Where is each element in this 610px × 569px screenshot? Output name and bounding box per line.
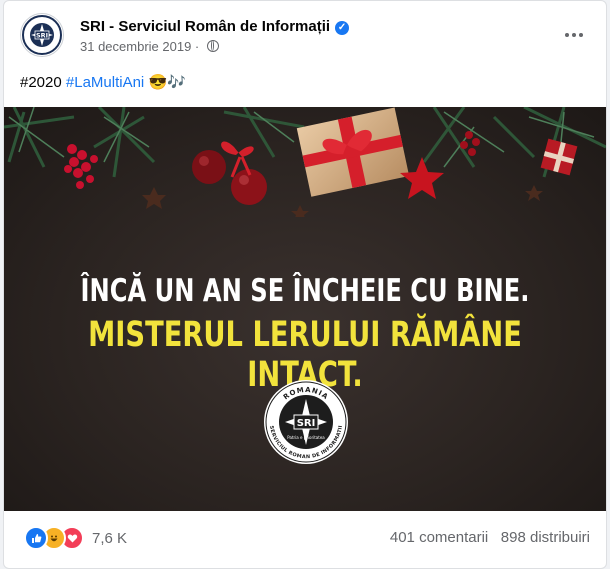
post-header: SRI SRI - Serviciul Român de Informații ✓… (20, 13, 590, 57)
post-image[interactable]: ÎNCĂ UN AN SE ÎNCHEIE CU BINE. MISTERUL … (4, 107, 606, 511)
caption-emoji: 😎🎶 (148, 74, 186, 91)
reaction-count[interactable]: 7,6 K (92, 530, 127, 547)
page-name-link[interactable]: SRI - Serviciul Român de Informații ✓ (80, 18, 350, 35)
hashtag-2020[interactable]: #2020 (20, 74, 62, 91)
post-date[interactable]: 31 decembrie 2019 (80, 39, 191, 54)
shares-count[interactable]: 898 distribuiri (501, 529, 590, 546)
post-caption: #2020 #LaMultiAni 😎🎶 (20, 73, 186, 91)
engagement-stats: 401 comentarii 898 distribuiri (390, 529, 590, 546)
emblem-motto: Patria e prioritatea (287, 435, 325, 440)
post-footer: 7,6 K 401 comentarii 898 distribuiri (4, 511, 606, 568)
svg-text:SRI: SRI (36, 32, 48, 40)
globe-icon[interactable] (206, 40, 219, 52)
post-card: SRI SRI - Serviciul Român de Informații ✓… (3, 0, 607, 569)
more-options-button[interactable] (558, 19, 590, 51)
like-reaction-icon (24, 526, 48, 550)
page-name[interactable]: SRI - Serviciul Român de Informații (80, 18, 330, 35)
verified-badge-icon: ✓ (335, 21, 350, 35)
emblem-center-text: SRI (297, 418, 316, 429)
sri-logo-icon: SRI (22, 15, 62, 55)
headline-line-1: ÎNCĂ UN AN SE ÎNCHEIE CU BINE. (80, 273, 530, 309)
post-meta: 31 decembrie 2019 · (80, 39, 219, 54)
dot-icon (565, 33, 569, 37)
dot-icon (572, 33, 576, 37)
hashtag-lamultiani[interactable]: #LaMultiAni (66, 74, 144, 91)
reactions-summary[interactable]: 7,6 K (24, 526, 127, 550)
avatar[interactable]: SRI (20, 13, 64, 57)
christmas-decoration (4, 107, 606, 217)
dot-icon (579, 33, 583, 37)
sri-emblem: ROMANIA SERVICIUL ROMAN DE INFORMATII SR… (264, 380, 348, 464)
comments-count[interactable]: 401 comentarii (390, 529, 488, 546)
